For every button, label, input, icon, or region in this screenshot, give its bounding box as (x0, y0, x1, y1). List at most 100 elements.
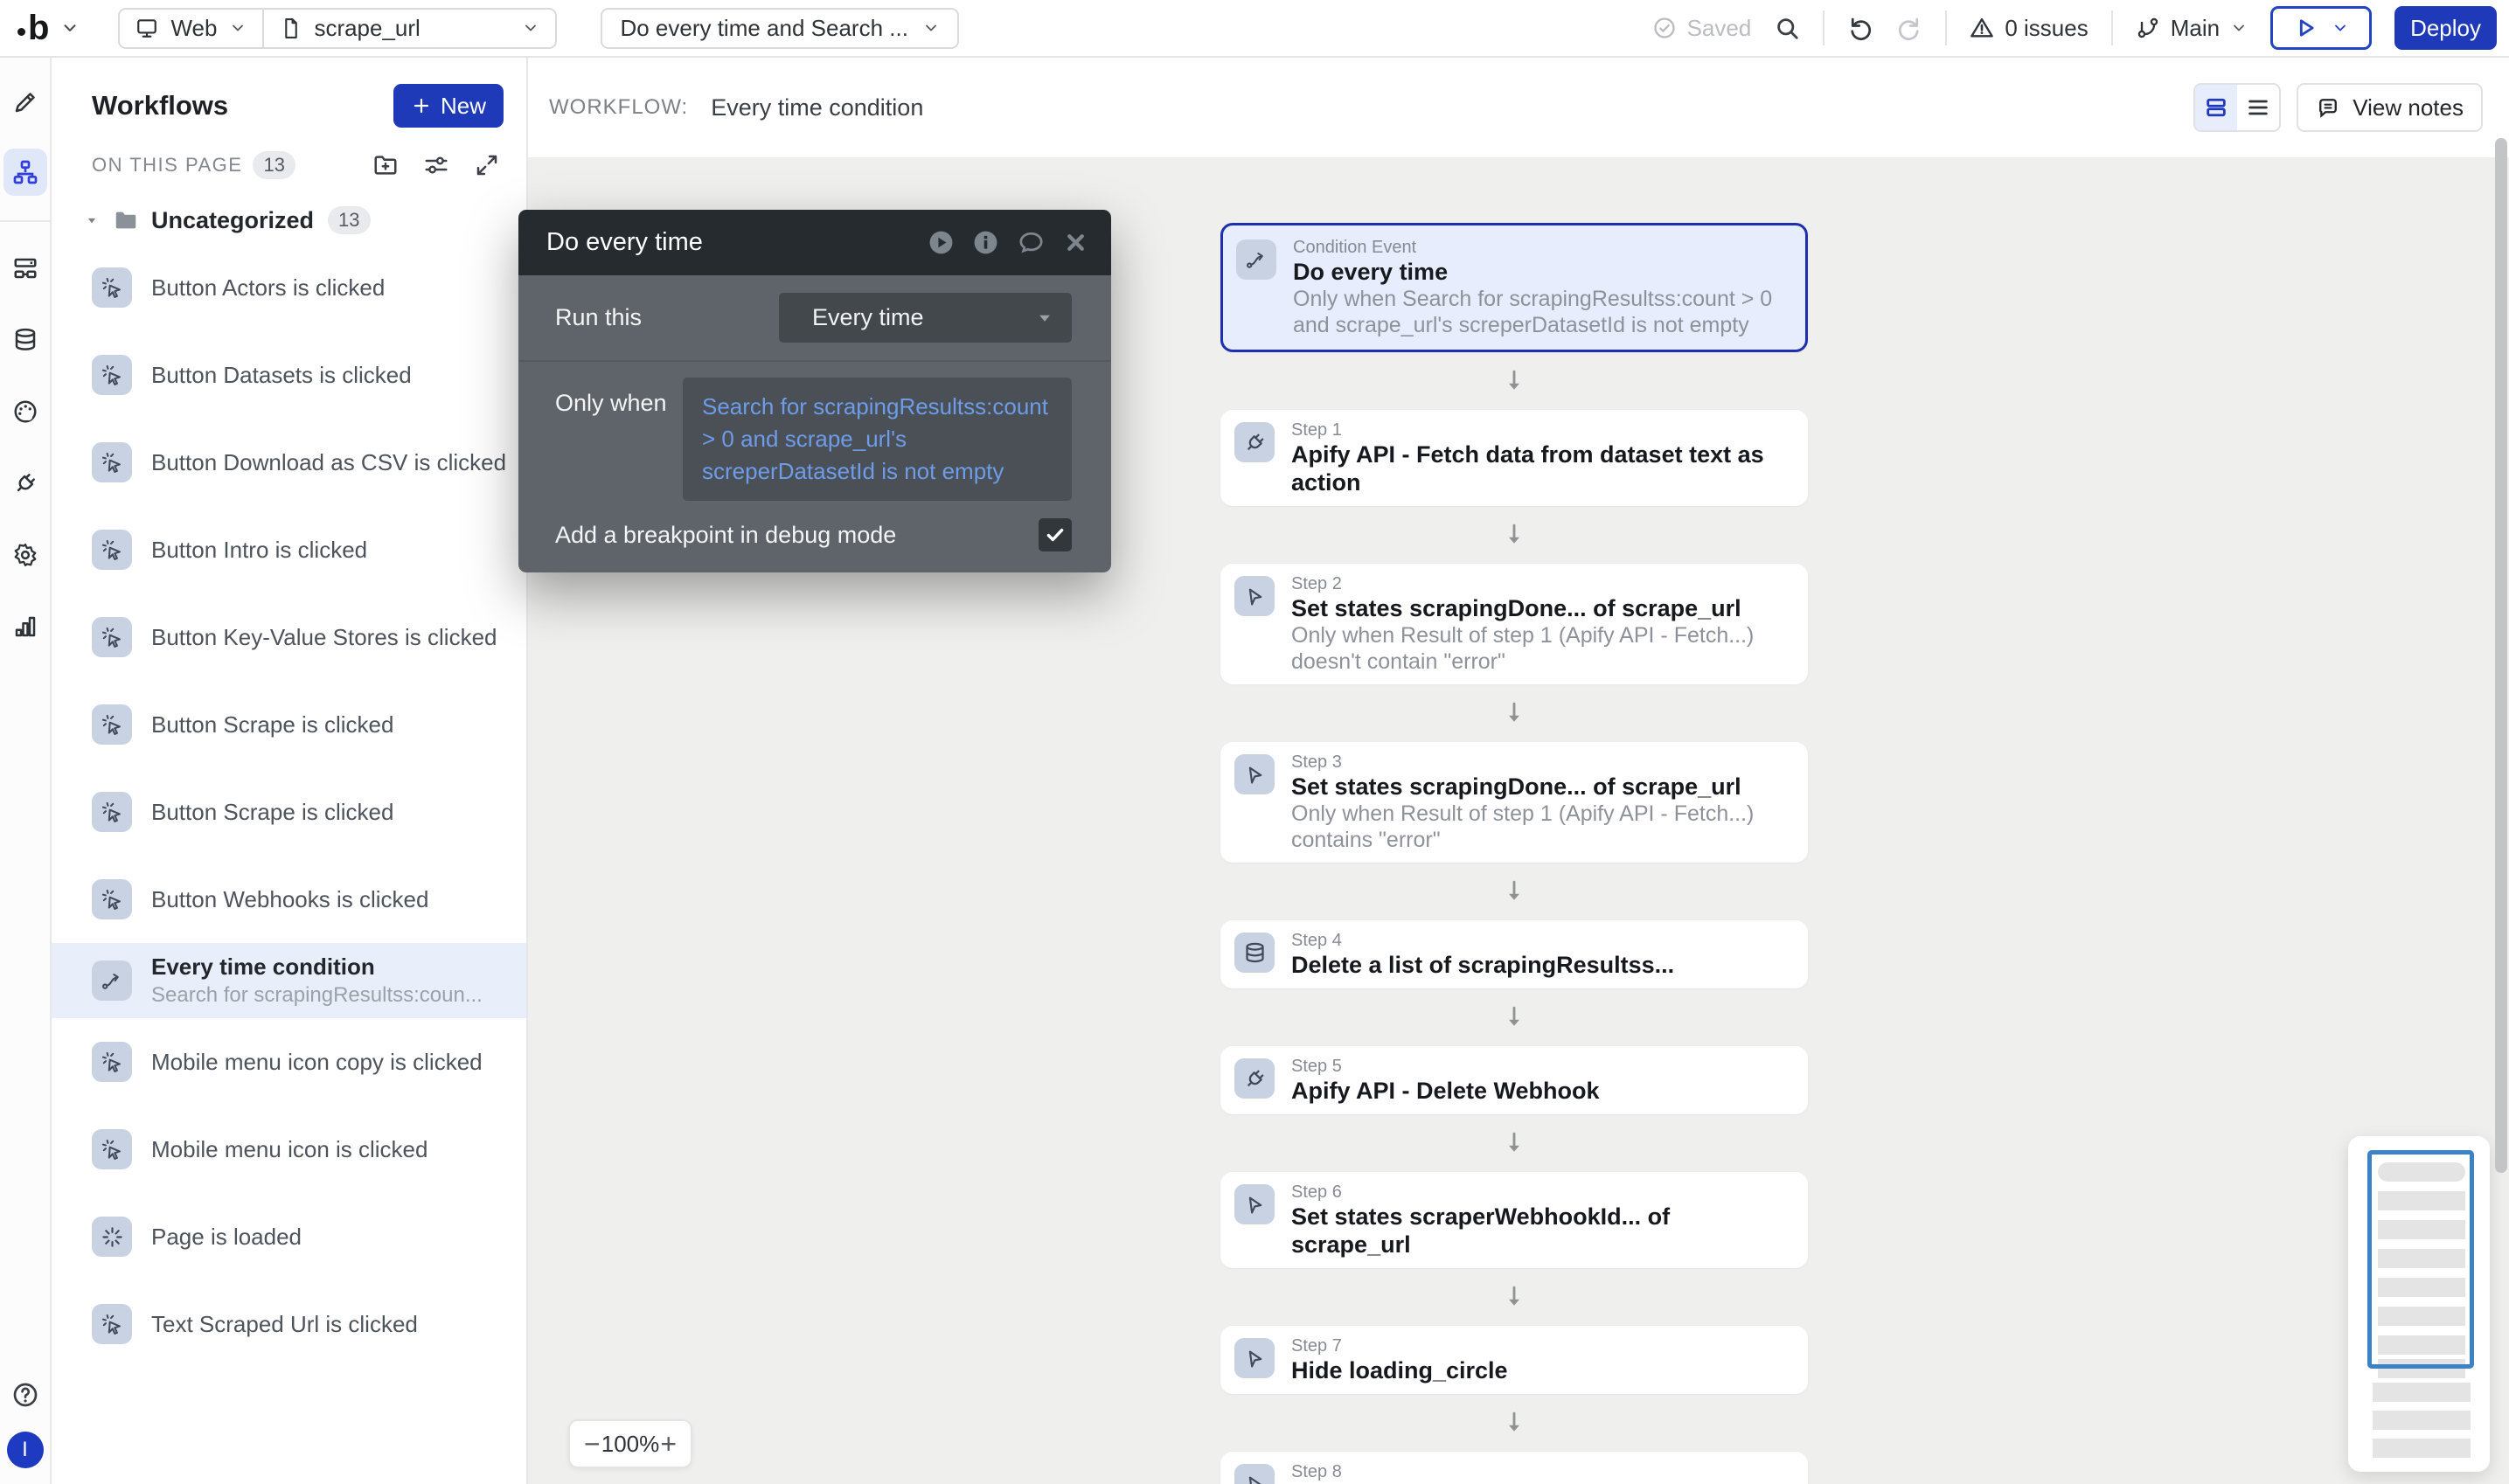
workflow-list-item[interactable]: Button Intro is clicked (52, 506, 526, 593)
event-property-popup: Do every time Run this Every time Only w… (518, 210, 1111, 572)
popup-header[interactable]: Do every time (518, 210, 1111, 275)
popup-divider (518, 360, 1111, 362)
card-view-button[interactable] (2195, 85, 2237, 130)
mouse-click-icon (92, 442, 132, 482)
platform-dropdown[interactable]: Web (120, 10, 262, 47)
workflow-item-label: Button Webhooks is clicked (151, 886, 428, 913)
workflow-item-label: Button Scrape is clicked (151, 711, 393, 739)
event-description: Only when Search for scrapingResultss:co… (1293, 286, 1784, 338)
step-card-4[interactable]: Step 4 Delete a list of scrapingResultss… (1220, 920, 1808, 988)
workflow-item-title: Every time condition (151, 954, 483, 981)
redo-icon[interactable] (1896, 15, 1922, 41)
workflow-list-item[interactable]: Mobile menu icon copy is clicked (52, 1018, 526, 1106)
zoom-in-button[interactable]: + (660, 1430, 677, 1458)
workflow-list-item[interactable]: Button Actors is clicked (52, 244, 526, 331)
minimap-step-bar (2373, 1383, 2471, 1402)
view-notes-button[interactable]: View notes (2297, 83, 2483, 132)
new-workflow-button[interactable]: New (393, 84, 504, 128)
branch-selector[interactable]: Main (2136, 15, 2248, 42)
info-circle-icon[interactable] (972, 229, 999, 256)
run-this-value: Every time (812, 304, 1033, 331)
step-card-7[interactable]: Step 7 Hide loading_circle (1220, 1326, 1808, 1394)
page-dropdown[interactable]: scrape_url (262, 10, 555, 47)
workflow-list-item-selected[interactable]: Every time condition Search for scraping… (52, 943, 526, 1018)
styles-tab[interactable] (3, 386, 47, 437)
mouse-click-icon (92, 879, 132, 919)
workflow-item-label: Button Datasets is clicked (151, 362, 412, 389)
step-description: Only when Result of step 1 (Apify API - … (1291, 801, 1787, 853)
workflow-item-label: Button Scrape is clicked (151, 799, 393, 826)
step-card-5[interactable]: Step 5 Apify API - Delete Webhook (1220, 1046, 1808, 1114)
workflow-list-item[interactable]: Mobile menu icon is clicked (52, 1106, 526, 1193)
workflow-tab[interactable] (3, 149, 47, 196)
run-this-dropdown[interactable]: Every time (779, 293, 1072, 343)
add-folder-icon[interactable] (372, 152, 399, 178)
minimap[interactable] (2348, 1136, 2490, 1472)
plus-icon (411, 95, 432, 116)
close-icon[interactable] (1063, 230, 1088, 255)
chevron-down-icon (522, 19, 539, 37)
step-card-1[interactable]: Step 1 Apify API - Fetch data from datas… (1220, 410, 1808, 506)
issues-button[interactable]: 0 issues (1970, 15, 2088, 42)
workflow-list-item[interactable]: Text Scraped Url is clicked (52, 1280, 526, 1368)
workflow-list-item[interactable]: Button Key-Value Stores is clicked (52, 593, 526, 681)
workflow-select-dropdown[interactable]: Do every time and Search ... (601, 8, 959, 49)
app-menu[interactable]: b (17, 9, 80, 48)
toolbar-actions: Saved 0 issues Main Deploy (1652, 6, 2497, 50)
plugins-tab[interactable] (3, 458, 47, 509)
bubble-logo: b (17, 9, 48, 48)
run-play-circle-icon[interactable] (928, 229, 955, 256)
deploy-button[interactable]: Deploy (2394, 6, 2497, 50)
only-when-expression[interactable]: Search for scrapingResultss:count > 0 an… (683, 378, 1072, 501)
save-status-label: Saved (1687, 15, 1752, 42)
note-bubble-icon (2316, 95, 2340, 120)
filter-sliders-icon[interactable] (423, 152, 449, 178)
flow-arrow-icon (1220, 1114, 1808, 1172)
step-card-8[interactable]: Step 8 (1220, 1452, 1808, 1484)
folder-row-uncategorized[interactable]: Uncategorized 13 (83, 200, 526, 240)
folder-count-badge: 13 (328, 206, 370, 234)
workflow-item-label: Mobile menu icon is clicked (151, 1136, 427, 1163)
flow-arrow-icon (1220, 684, 1808, 742)
workflow-list-item[interactable]: Button Scrape is clicked (52, 681, 526, 768)
workflow-list-item[interactable]: Page is loaded (52, 1193, 526, 1280)
step-label: Step 6 (1291, 1182, 1746, 1203)
step-card-6[interactable]: Step 6 Set states scraperWebhookId... of… (1220, 1172, 1808, 1268)
workflow-list-item[interactable]: Button Download as CSV is clicked (52, 419, 526, 506)
step-title: Apify API - Fetch data from dataset text… (1291, 440, 1787, 496)
comment-bubble-icon[interactable] (1017, 228, 1046, 257)
bar-chart-icon (12, 614, 38, 640)
preview-button[interactable] (2270, 6, 2372, 50)
breakpoint-checkbox[interactable] (1039, 518, 1072, 551)
workflow-list-item[interactable]: Button Scrape is clicked (52, 768, 526, 856)
vertical-scrollbar[interactable] (2495, 138, 2507, 1173)
toolbar-divider (2111, 10, 2113, 45)
cursor-icon (1234, 1464, 1275, 1484)
logs-tab[interactable] (3, 601, 47, 652)
step-description: Only when Result of step 1 (Apify API - … (1291, 622, 1787, 675)
workflow-list-item[interactable]: Button Webhooks is clicked (52, 856, 526, 943)
undo-icon[interactable] (1847, 15, 1873, 41)
plug-icon (1234, 1058, 1275, 1099)
toolbar-divider (1823, 10, 1824, 45)
reusables-tab[interactable] (3, 243, 47, 294)
design-tab[interactable] (3, 77, 47, 128)
step-card-2[interactable]: Step 2 Set states scrapingDone... of scr… (1220, 564, 1808, 684)
data-tab[interactable] (3, 315, 47, 365)
expand-icon[interactable] (474, 152, 500, 178)
search-icon[interactable] (1774, 15, 1800, 41)
help-icon[interactable] (11, 1381, 39, 1409)
folder-icon (113, 207, 139, 233)
list-view-button[interactable] (2237, 85, 2279, 130)
workflow-header-name: Every time condition (711, 94, 923, 121)
user-avatar[interactable]: I (7, 1432, 44, 1468)
workflow-item-label: Button Download as CSV is clicked (151, 449, 506, 476)
condition-event-card[interactable]: Condition Event Do every time Only when … (1220, 223, 1808, 352)
step-title: Set states scrapingDone... of scrape_url (1291, 594, 1787, 622)
settings-tab[interactable] (3, 530, 47, 580)
workflow-list-item[interactable]: Button Datasets is clicked (52, 331, 526, 419)
step-card-3[interactable]: Step 3 Set states scrapingDone... of scr… (1220, 742, 1808, 863)
zoom-out-button[interactable]: − (584, 1430, 601, 1458)
minimap-viewport[interactable] (2367, 1150, 2474, 1369)
avatar-initial: I (22, 1438, 28, 1462)
